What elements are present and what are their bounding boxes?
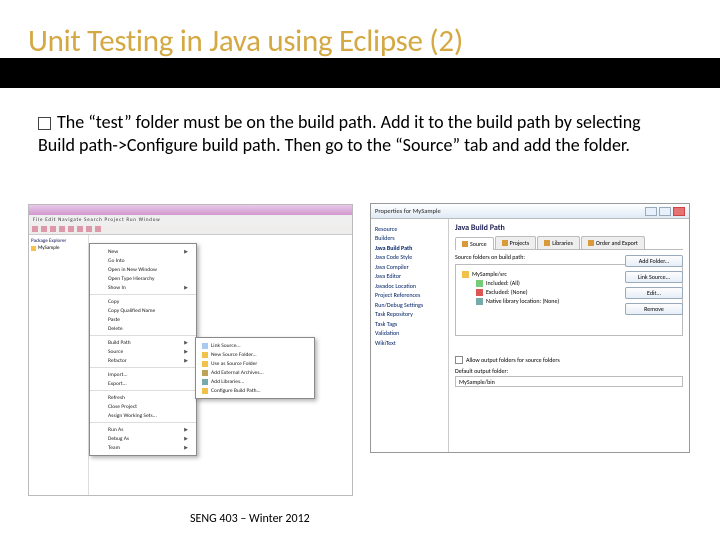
buildpath-submenu[interactable]: Link Source...New Source Folder...Use as… bbox=[195, 337, 315, 399]
nav-item[interactable]: Run/Debug Settings bbox=[375, 301, 444, 309]
default-output-label: Default output folder: bbox=[455, 367, 683, 375]
nav-item[interactable]: Resource bbox=[375, 225, 444, 233]
eclipse-screenshot: File Edit Navigate Search Project Run Wi… bbox=[28, 204, 353, 496]
eclipse-toolbar bbox=[29, 225, 352, 235]
tab-source[interactable]: Source bbox=[455, 237, 494, 250]
menu-item[interactable]: Import... bbox=[90, 370, 196, 379]
submenu-item[interactable]: Configure Build Path... bbox=[196, 386, 314, 395]
context-menu[interactable]: New▶Go IntoOpen in New WindowOpen Type H… bbox=[89, 243, 197, 456]
button[interactable]: Add Folder... bbox=[625, 255, 683, 267]
button-column: Add Folder... Link Source... Edit... Remove bbox=[625, 255, 683, 315]
menu-item[interactable]: Refactor▶ bbox=[90, 356, 196, 365]
menu-item[interactable]: Run As▶ bbox=[90, 425, 196, 434]
slide-title: Unit Testing in Java using Eclipse (2) bbox=[28, 22, 463, 60]
footer: SENG 403 – Winter 2012 bbox=[190, 512, 310, 526]
menu-item[interactable]: Refresh bbox=[90, 393, 196, 402]
nav-item[interactable]: Task Tags bbox=[375, 320, 444, 328]
menu-item[interactable]: Assign Working Sets... bbox=[90, 411, 196, 420]
maximize-icon[interactable] bbox=[659, 207, 671, 216]
menu-item[interactable]: Open Type Hierarchy bbox=[90, 274, 196, 283]
properties-dialog: Properties for MySample ResourceBuilders… bbox=[370, 203, 690, 453]
menu-item[interactable]: Close Project bbox=[90, 402, 196, 411]
slide-body: The “test” folder must be on the build p… bbox=[38, 111, 678, 156]
submenu-item[interactable]: New Source Folder... bbox=[196, 350, 314, 359]
tabs[interactable]: SourceProjectsLibrariesOrder and Export bbox=[455, 236, 683, 250]
menu-item[interactable]: Source▶ bbox=[90, 347, 196, 356]
nav-item[interactable]: Javadoc Location bbox=[375, 282, 444, 290]
eclipse-titlebar bbox=[29, 205, 352, 215]
nav-item[interactable]: Java Code Style bbox=[375, 253, 444, 261]
bullet-box bbox=[38, 117, 51, 130]
menu-item[interactable]: Build Path▶ bbox=[90, 338, 196, 347]
submenu-item[interactable]: Link Source... bbox=[196, 341, 314, 350]
button[interactable]: Remove bbox=[625, 303, 683, 315]
default-output-field[interactable]: MySample/bin bbox=[455, 376, 683, 387]
menu-item[interactable]: Copy Qualified Name bbox=[90, 306, 196, 315]
panel-heading: Java Build Path bbox=[455, 223, 683, 233]
nav-item[interactable]: Builders bbox=[375, 234, 444, 242]
minimize-icon[interactable] bbox=[645, 207, 657, 216]
nav-item[interactable]: Validation bbox=[375, 329, 444, 337]
nav-item[interactable]: Java Editor bbox=[375, 272, 444, 280]
submenu-item[interactable]: Use as Source Folder bbox=[196, 359, 314, 368]
menu-item[interactable]: Go Into bbox=[90, 256, 196, 265]
menu-item[interactable]: Debug As▶ bbox=[90, 434, 196, 443]
window-buttons[interactable] bbox=[645, 207, 685, 216]
menu-item[interactable]: Paste bbox=[90, 315, 196, 324]
tab-projects[interactable]: Projects bbox=[495, 236, 537, 249]
allow-output-checkbox[interactable]: Allow output folders for source folders bbox=[455, 356, 683, 364]
close-icon[interactable] bbox=[673, 207, 685, 216]
nav-item[interactable]: Project References bbox=[375, 291, 444, 299]
menu-item[interactable]: Delete bbox=[90, 324, 196, 333]
submenu-item[interactable]: Add External Archives... bbox=[196, 368, 314, 377]
eclipse-menubar: File Edit Navigate Search Project Run Wi… bbox=[29, 215, 352, 225]
menu-item[interactable]: New▶ bbox=[90, 247, 196, 256]
properties-titlebar: Properties for MySample bbox=[371, 204, 689, 219]
menu-item[interactable]: Copy bbox=[90, 297, 196, 306]
tab-order and export[interactable]: Order and Export bbox=[581, 236, 645, 249]
nav-item[interactable]: WikiText bbox=[375, 339, 444, 347]
menu-item[interactable]: Team▶ bbox=[90, 443, 196, 452]
nav-item[interactable]: Java Build Path bbox=[375, 244, 444, 252]
menu-item[interactable]: Open in New Window bbox=[90, 265, 196, 274]
nav-item[interactable]: Task Repository bbox=[375, 310, 444, 318]
menu-item[interactable]: Export... bbox=[90, 379, 196, 388]
menu-item[interactable]: Show In▶ bbox=[90, 283, 196, 292]
button[interactable]: Edit... bbox=[625, 287, 683, 299]
properties-nav[interactable]: ResourceBuilders Java Build PathJava Code… bbox=[371, 219, 449, 452]
package-explorer: Package Explorer MySample bbox=[29, 235, 89, 495]
button[interactable]: Link Source... bbox=[625, 271, 683, 283]
nav-item[interactable]: Java Compiler bbox=[375, 263, 444, 271]
submenu-item[interactable]: Add Libraries... bbox=[196, 377, 314, 386]
tab-libraries[interactable]: Libraries bbox=[537, 236, 580, 249]
